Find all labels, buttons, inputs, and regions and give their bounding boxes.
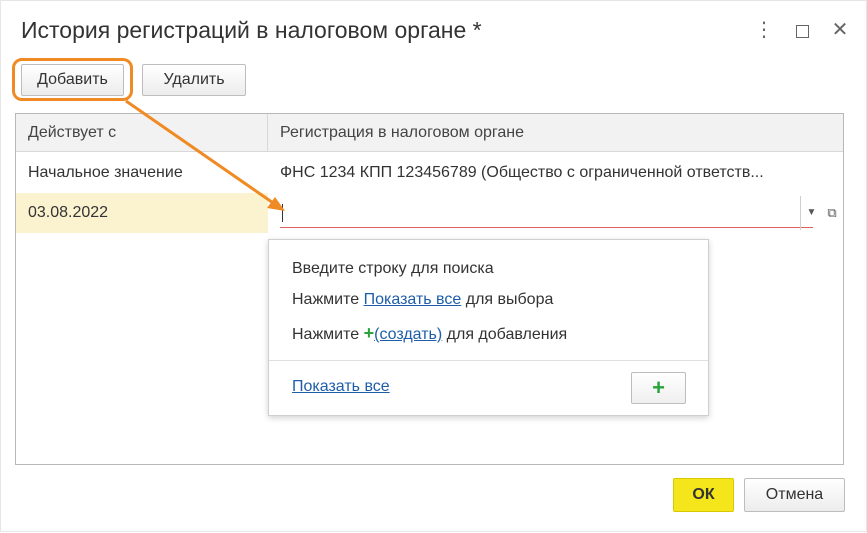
close-icon[interactable]: ✕ [829, 19, 851, 41]
plus-icon[interactable]: + [364, 323, 375, 343]
hint-text: для добавления [442, 326, 568, 343]
more-icon[interactable]: ⋮ [753, 19, 775, 41]
hint-text: Нажмите [292, 326, 364, 343]
delete-button[interactable]: Удалить [142, 64, 246, 96]
popup-hint-show-all: Нажмите Показать все для выбора [292, 291, 553, 309]
show-all-link-inline[interactable]: Показать все [364, 291, 462, 308]
table-header: Действует с Регистрация в налоговом орга… [16, 114, 843, 152]
hint-text: Нажмите [292, 291, 364, 308]
create-button[interactable]: + [631, 372, 686, 404]
table-row[interactable]: Начальное значение ФНС 1234 КПП 12345678… [16, 153, 843, 193]
hint-text: для выбора [461, 291, 554, 308]
add-button[interactable]: Добавить [21, 64, 124, 96]
popup-hint-search: Введите строку для поиска [292, 260, 494, 277]
cell-effective-from[interactable]: 03.08.2022 [16, 193, 268, 233]
open-form-icon[interactable]: ⧉ [822, 196, 842, 230]
column-header-effective-from[interactable]: Действует с [16, 114, 268, 152]
dialog-window: История регистраций в налоговом органе *… [0, 0, 867, 532]
window-title: История регистраций в налоговом органе * [21, 17, 482, 43]
popup-hint-create: Нажмите +(создать) для добавления [292, 323, 567, 344]
text-caret [282, 204, 283, 222]
autocomplete-popup: Введите строку для поиска Нажмите Показа… [268, 239, 709, 416]
show-all-link[interactable]: Показать все [292, 378, 390, 396]
maximize-icon[interactable] [791, 19, 813, 41]
cell-tax-registration[interactable]: ФНС 1234 КПП 123456789 (Общество с огран… [268, 153, 828, 193]
column-header-tax-registration[interactable]: Регистрация в налоговом органе [268, 114, 843, 152]
cancel-button[interactable]: Отмена [744, 478, 845, 512]
popup-divider [269, 360, 708, 361]
chevron-down-icon[interactable]: ▼ [800, 196, 822, 230]
ok-button[interactable]: ОК [673, 478, 734, 512]
tax-registration-input[interactable] [280, 198, 813, 228]
cell-effective-from[interactable]: Начальное значение [16, 153, 268, 193]
create-link[interactable]: (создать) [374, 326, 442, 343]
